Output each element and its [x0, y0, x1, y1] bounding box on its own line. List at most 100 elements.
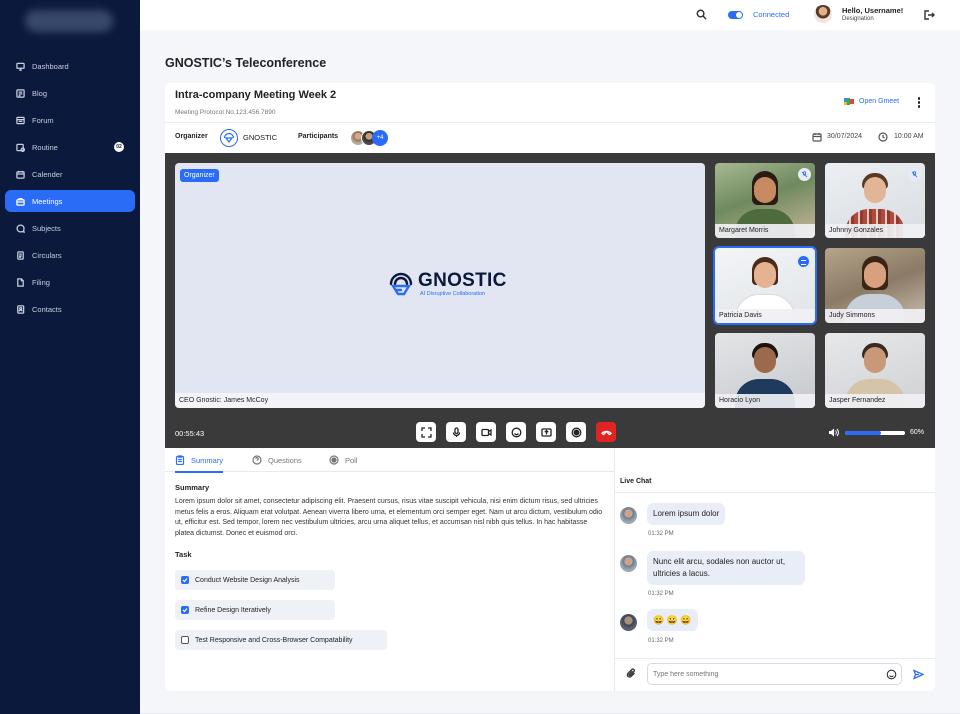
tab-questions[interactable]: Questions — [252, 448, 302, 472]
poll-icon — [329, 455, 339, 465]
sidebar-item-label: Contacts — [32, 304, 62, 314]
task-label: Refine Design Iteratively — [195, 606, 271, 614]
summary-text: Lorem ipsum dolor sit amet, consectetur … — [175, 498, 603, 537]
participant-name: Patricia Davis — [715, 309, 815, 323]
participant-tile[interactable]: Horacio Lyon — [715, 333, 815, 408]
sidebar-item-forum[interactable]: Forum — [5, 109, 135, 131]
summary-heading: Summary — [175, 483, 210, 492]
task-item[interactable]: Test Responsive and Cross-Browser Compat… — [175, 630, 387, 650]
camera-icon — [480, 428, 492, 436]
forum-icon — [16, 116, 25, 124]
share-screen-button[interactable] — [536, 422, 556, 442]
tab-summary[interactable]: Summary — [175, 448, 224, 473]
checkbox-checked[interactable] — [181, 576, 189, 584]
sidebar-item-meetings[interactable]: Meetings — [5, 190, 135, 212]
tab-poll[interactable]: Poll — [329, 448, 358, 472]
emoji-icon[interactable] — [886, 669, 897, 680]
fullscreen-button[interactable] — [416, 422, 436, 442]
clock-icon — [878, 132, 888, 142]
tab-label: Poll — [345, 455, 358, 465]
chat-timestamp: 01:32 PM — [648, 531, 674, 537]
logout-icon[interactable] — [923, 9, 935, 21]
document-icon — [17, 250, 24, 260]
record-button[interactable] — [566, 422, 586, 442]
divider — [615, 492, 935, 493]
attachment-icon[interactable] — [626, 668, 637, 679]
connection-status: Connected — [753, 10, 790, 19]
user-designation: Designation — [842, 16, 874, 22]
gmeet-icon — [844, 98, 854, 105]
more-participants-badge[interactable]: +4 — [372, 130, 388, 146]
sidebar-item-filing[interactable]: Filing — [5, 271, 135, 293]
task-item[interactable]: Refine Design Iteratively — [175, 600, 335, 620]
send-icon[interactable] — [913, 669, 924, 680]
gnostic-logo-icon — [389, 272, 413, 296]
volume-icon[interactable] — [828, 427, 839, 438]
participant-tile[interactable]: Jasper Fernandez — [825, 333, 925, 408]
reactions-button[interactable] — [506, 422, 526, 442]
volume-slider[interactable] — [845, 431, 905, 435]
brand-name: GNOSTIC — [418, 270, 507, 291]
calendar-icon — [812, 133, 822, 142]
routine-count-badge: 02 — [114, 142, 124, 152]
connection-toggle[interactable] — [728, 11, 743, 19]
participant-tile[interactable]: Johnny Gonzales — [825, 163, 925, 238]
sidebar-item-label: Subjects — [32, 223, 61, 233]
checkbox-unchecked[interactable] — [181, 636, 189, 644]
main-video[interactable]: Organizer GNOSTIC AI Disruptive Collabor… — [175, 163, 705, 408]
microphone-icon — [452, 426, 460, 437]
meeting-time: 10:00 AM — [894, 133, 924, 140]
chat-message: 😀 😀 😀 — [647, 609, 698, 631]
task-item[interactable]: Conduct Website Design Analysis — [175, 570, 335, 590]
sidebar-item-blog[interactable]: Blog — [5, 82, 135, 104]
sidebar-item-circulars[interactable]: Circulars — [5, 244, 135, 266]
meeting-card: Intra-company Meeting Week 2 Meeting Pro… — [165, 83, 935, 691]
sidebar-item-contacts[interactable]: Contacts — [5, 298, 135, 320]
share-screen-icon — [540, 427, 552, 437]
more-options-icon[interactable] — [917, 97, 921, 109]
sidebar-item-dashboard[interactable]: Dashboard — [5, 55, 135, 77]
sidebar-item-routine[interactable]: Routine 02 — [5, 136, 135, 158]
search-icon[interactable] — [696, 9, 707, 20]
tab-label: Questions — [268, 455, 302, 465]
open-gmeet-link[interactable]: Open Gmeet — [844, 98, 899, 105]
organizer-name: GNOSTIC — [243, 133, 278, 142]
mic-muted-icon — [798, 168, 811, 181]
participant-tile[interactable]: Patricia Davis — [713, 246, 817, 325]
end-call-button[interactable] — [596, 422, 616, 442]
sidebar-item-label: Calender — [32, 169, 63, 179]
participant-name: Horacio Lyon — [715, 394, 815, 408]
chat-avatar — [620, 555, 637, 572]
organizer-label: Organizer — [175, 133, 208, 140]
chat-message-input[interactable] — [647, 663, 902, 685]
volume-slider-fill — [845, 431, 881, 435]
sidebar-item-subjects[interactable]: Subjects — [5, 217, 135, 239]
page-title: GNOSTIC’s Teleconference — [165, 56, 327, 70]
briefcase-icon — [16, 197, 25, 206]
brand-tagline: AI Disruptive Collaboration — [420, 291, 486, 297]
tab-label: Summary — [191, 455, 224, 465]
elapsed-time: 00:55:43 — [175, 429, 205, 438]
participant-name: Margaret Morris — [715, 224, 815, 238]
sidebar-item-calender[interactable]: Calender — [5, 163, 135, 185]
divider — [165, 122, 935, 123]
task-label: Conduct Website Design Analysis — [195, 576, 300, 584]
sidebar: Dashboard Blog Forum Routine 02 Calender… — [0, 0, 140, 714]
participant-tile[interactable]: Margaret Morris — [715, 163, 815, 238]
camera-button[interactable] — [476, 422, 496, 442]
microphone-button[interactable] — [446, 422, 466, 442]
checkbox-checked[interactable] — [181, 606, 189, 614]
participant-name: Jasper Fernandez — [825, 394, 925, 408]
blog-icon — [16, 88, 25, 98]
user-avatar[interactable] — [814, 5, 832, 23]
participant-name: Judy Simmons — [825, 309, 925, 323]
sidebar-item-label: Dashboard — [32, 61, 69, 71]
mic-muted-icon — [908, 168, 921, 181]
speaking-indicator-icon — [798, 256, 809, 267]
record-icon — [571, 427, 581, 437]
participants-label: Participants — [298, 133, 339, 140]
participant-tile[interactable]: Judy Simmons — [825, 248, 925, 323]
chat-timestamp: 01:32 PM — [648, 638, 674, 644]
top-bar: Connected Hello, Username! Designation — [140, 0, 960, 30]
details-tabs: Summary Questions Poll — [165, 448, 614, 473]
